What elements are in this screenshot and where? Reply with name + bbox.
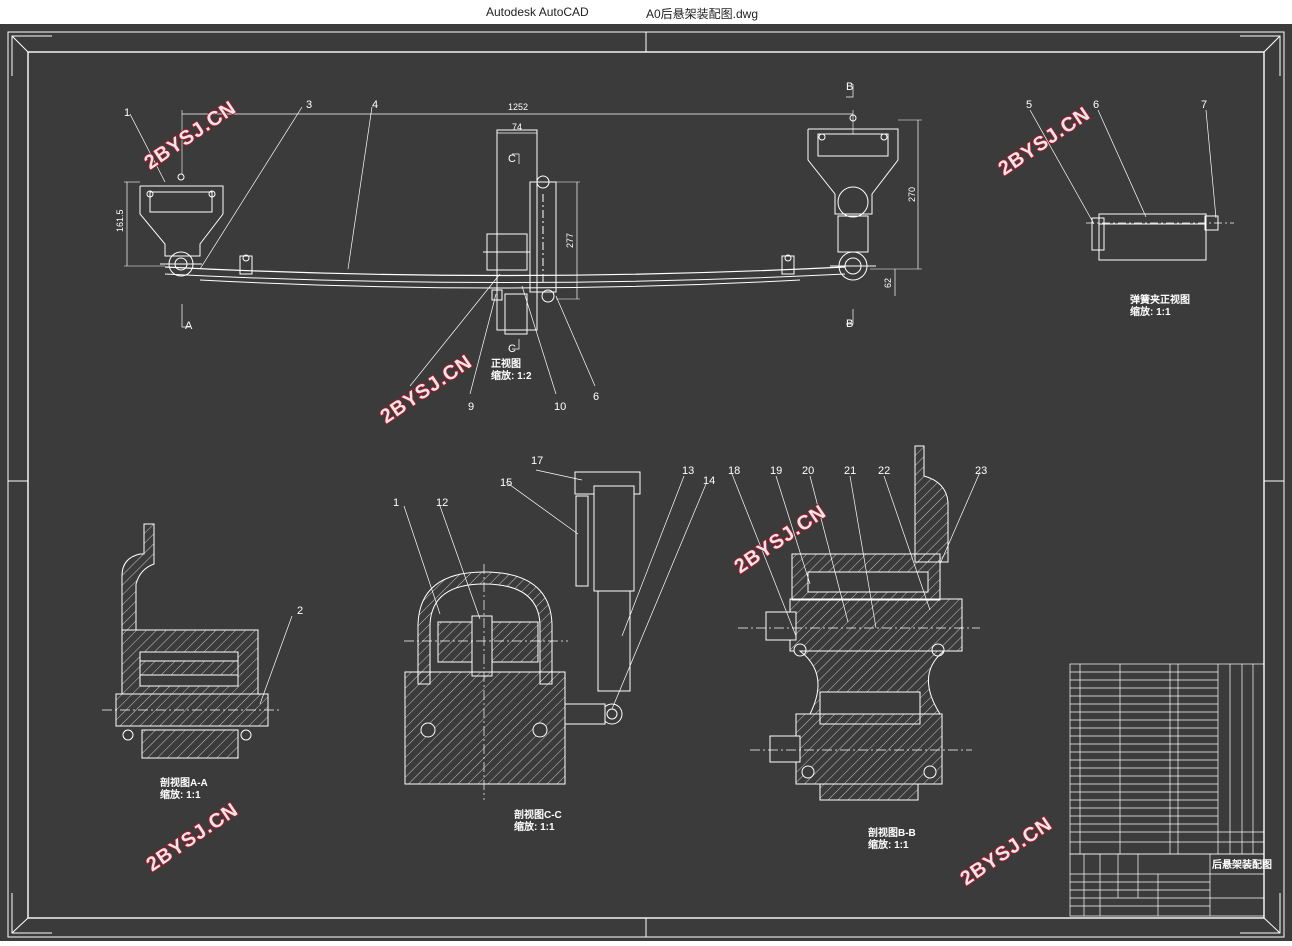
balloon-17: 17	[531, 455, 543, 467]
section-cc-caption: 剖视图C-C 缩放: 1:1	[514, 808, 562, 833]
front-view-scale: 缩放: 1:2	[491, 369, 532, 382]
section-mark-b-top: B	[846, 81, 853, 93]
balloon-20: 20	[802, 465, 814, 477]
drawing-svg: 1252 74 161.5 277 270 62 A B B C C 1 3 4…	[7, 31, 1285, 938]
balloon-6b: 6	[1093, 99, 1099, 111]
parts-list	[1069, 663, 1265, 917]
dim-height-161-5: 161.5	[115, 209, 125, 232]
section-bb	[731, 445, 981, 801]
section-cc-scale: 缩放: 1:1	[514, 820, 555, 833]
drawing-canvas[interactable]: 1252 74 161.5 277 270 62 A B B C C 1 3 4…	[0, 24, 1292, 941]
section-mark-b-bottom: B	[846, 318, 853, 330]
title-bar: Autodesk AutoCAD A0后悬架装配图.dwg	[0, 0, 1292, 24]
section-aa-caption: 剖视图A-A 缩放: 1:1	[160, 776, 208, 801]
section-bb-balloons: 18 19 20 21 22 23	[728, 465, 987, 477]
front-view-caption: 正视图 缩放: 1:2	[491, 357, 532, 382]
section-cc-title: 剖视图C-C	[514, 808, 562, 821]
balloon-9: 9	[468, 401, 474, 413]
dim-height-277: 277	[565, 233, 575, 248]
watermark-2: 2BYSJ.CN	[994, 103, 1094, 180]
section-bb-scale: 缩放: 1:1	[868, 838, 909, 851]
balloon-6: 6	[593, 391, 599, 403]
app-name: Autodesk AutoCAD	[486, 5, 589, 19]
section-cc	[403, 469, 707, 800]
dim-height-270: 270	[907, 187, 917, 202]
spring-clip-title: 弹簧夹正视图	[1130, 293, 1190, 306]
watermark-5: 2BYSJ.CN	[142, 799, 242, 876]
file-name: A0后悬架装配图.dwg	[646, 7, 759, 21]
balloon-21: 21	[844, 465, 856, 477]
balloon-19: 19	[770, 465, 782, 477]
balloon-7: 7	[1201, 99, 1207, 111]
front-view-dimension-labels: 1252 74 161.5 277 270 62	[115, 102, 917, 288]
watermark-3: 2BYSJ.CN	[376, 351, 476, 428]
title-block: 后悬架装配图	[1212, 858, 1272, 871]
balloon-12: 12	[436, 497, 448, 509]
section-aa	[102, 523, 293, 759]
section-mark-c-top: C	[508, 153, 516, 165]
front-view	[124, 84, 922, 395]
spring-clip-scale: 缩放: 1:1	[1130, 305, 1171, 318]
watermark-1: 2BYSJ.CN	[140, 97, 240, 174]
balloon-2: 2	[297, 605, 303, 617]
section-aa-scale: 缩放: 1:1	[160, 788, 201, 801]
section-bb-title: 剖视图B-B	[868, 826, 916, 839]
sheet-frame	[7, 31, 1285, 938]
balloon-22: 22	[878, 465, 890, 477]
front-view-title: 正视图	[491, 357, 521, 370]
balloon-23: 23	[975, 465, 987, 477]
balloon-15: 15	[500, 477, 512, 489]
balloon-5: 5	[1026, 99, 1032, 111]
dim-overall-length: 1252	[508, 102, 528, 112]
spring-clip-caption: 弹簧夹正视图 缩放: 1:1	[1130, 293, 1190, 318]
spring-clip-balloons: 5 6 7	[1026, 99, 1207, 111]
dim-62: 62	[883, 278, 893, 288]
section-aa-balloons: 2	[297, 605, 303, 617]
section-bb-caption: 剖视图B-B 缩放: 1:1	[868, 826, 916, 851]
balloon-14: 14	[703, 475, 715, 487]
balloon-13: 13	[682, 465, 694, 477]
balloon-10: 10	[554, 401, 566, 413]
section-aa-title: 剖视图A-A	[160, 776, 208, 789]
section-mark-a-bottom: A	[185, 320, 193, 332]
balloon-3: 3	[306, 99, 312, 111]
balloon-4: 4	[372, 99, 378, 111]
watermark-6: 2BYSJ.CN	[956, 813, 1056, 890]
drawing-title: 后悬架装配图	[1212, 858, 1272, 871]
section-mark-c-bottom: C	[508, 343, 516, 355]
dim-width-74: 74	[512, 122, 522, 132]
balloon-18: 18	[728, 465, 740, 477]
balloon-1b: 1	[393, 497, 399, 509]
section-cc-balloons: 1 12 15 17 13 14	[393, 455, 715, 509]
balloon-1: 1	[124, 107, 130, 119]
